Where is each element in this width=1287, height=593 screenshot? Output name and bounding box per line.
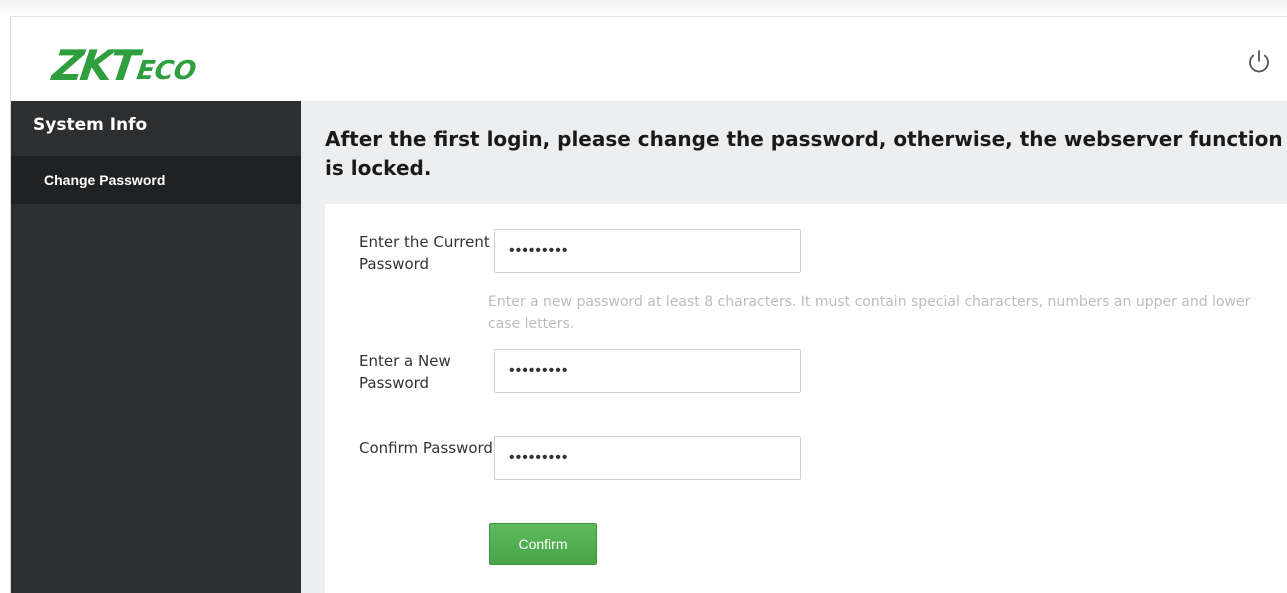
current-password-label: Enter the Current Password <box>359 233 490 273</box>
logo-text-main: ZKT <box>49 41 140 90</box>
confirm-password-input[interactable] <box>494 436 801 480</box>
confirm-password-label: Confirm Password <box>359 439 493 457</box>
confirm-button[interactable]: Confirm <box>489 523 597 565</box>
page: ZKT ECO System Info Change Password After… <box>0 0 1287 593</box>
sidebar-item-label: Change Password <box>44 172 166 188</box>
change-password-form: Enter the Current Password Enter a new p… <box>325 204 1287 593</box>
app-window: ZKT ECO System Info Change Password After… <box>10 16 1287 593</box>
sidebar-section-title: System Info <box>33 115 148 135</box>
header: ZKT ECO <box>11 17 1287 100</box>
new-password-input[interactable] <box>494 349 801 393</box>
power-icon[interactable] <box>1244 47 1274 77</box>
main-content: After the first login, please change the… <box>301 101 1287 593</box>
password-hint: Enter a new password at least 8 characte… <box>488 294 1251 332</box>
current-password-input[interactable] <box>494 229 801 273</box>
sidebar-item-change-password[interactable]: Change Password <box>11 156 301 204</box>
login-notice: After the first login, please change the… <box>325 127 1283 180</box>
sidebar: System Info Change Password <box>11 101 301 593</box>
new-password-label: Enter a New Password <box>359 352 451 392</box>
top-decorative-strip <box>0 0 1287 16</box>
logo-text-sub: ECO <box>134 56 198 86</box>
zkteco-logo: ZKT ECO <box>49 41 198 90</box>
